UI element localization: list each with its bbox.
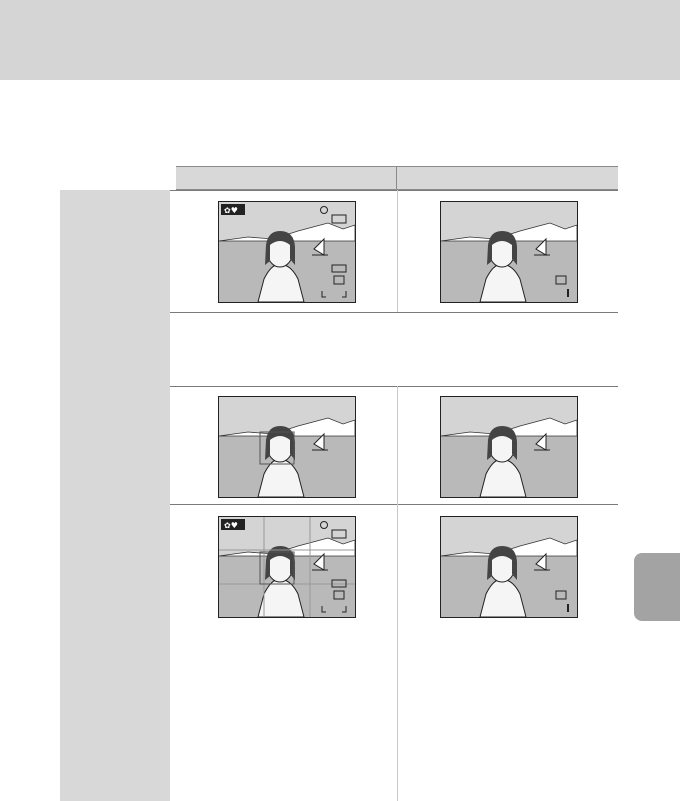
camera-monitor-no-indicators-icon (218, 396, 356, 498)
cell-divider (397, 386, 398, 504)
svg-text:✿♥: ✿♥ (224, 206, 238, 215)
svg-text:✿♥: ✿♥ (224, 521, 238, 530)
row-label-cell (60, 504, 170, 801)
cell-divider (397, 190, 398, 312)
header-band (0, 0, 680, 80)
table-row (60, 386, 618, 504)
cell-divider (397, 504, 398, 801)
table-row (60, 312, 618, 386)
camera-monitor-minimal-indicators-icon (440, 516, 578, 618)
camera-monitor-minimal-indicators-icon (440, 201, 578, 303)
section-side-tab (634, 553, 680, 621)
row-label-cell (60, 190, 170, 312)
column-header-2 (397, 166, 618, 190)
row-label-cell (60, 312, 170, 386)
row-label-cell (60, 386, 170, 504)
column-header-1 (176, 166, 396, 190)
table-row: ✿♥ (60, 190, 618, 312)
table-row: ✿♥ (60, 504, 618, 801)
settings-table: ✿♥ ✿♥ (60, 166, 618, 801)
camera-monitor-framing-grid-icon: ✿♥ (218, 516, 356, 618)
camera-monitor-with-indicators-icon: ✿♥ (218, 201, 356, 303)
camera-monitor-no-indicators-icon (440, 396, 578, 498)
